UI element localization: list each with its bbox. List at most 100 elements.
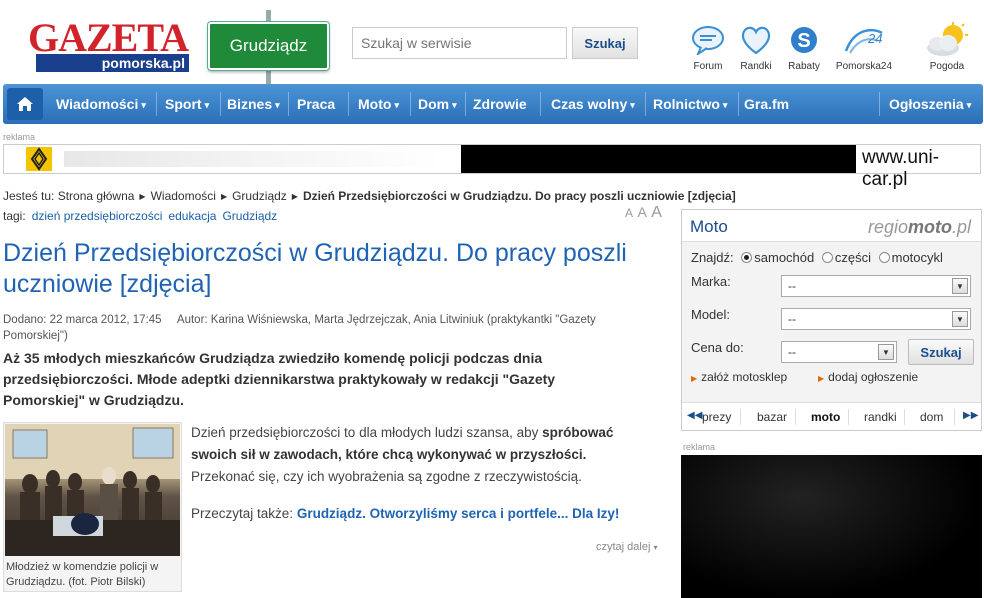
tabs-next-icon[interactable]: ▶▶ xyxy=(963,410,978,421)
breadcrumb-link-wiadomosci[interactable]: Wiadomości xyxy=(151,189,216,203)
radio-czesci[interactable] xyxy=(821,252,833,263)
font-size-small-button[interactable]: A xyxy=(625,206,633,220)
cena-select[interactable]: -- ▼ xyxy=(781,341,897,363)
nav-divider xyxy=(156,92,157,116)
nav-item-praca[interactable]: Praca xyxy=(297,84,335,124)
nav-divider xyxy=(645,92,646,116)
chevron-down-icon: ▼ xyxy=(878,344,894,360)
tag-link[interactable]: Grudziądz xyxy=(222,209,277,223)
chevron-right-icon: ▶ xyxy=(291,192,298,201)
tab-moto[interactable]: moto xyxy=(811,410,840,424)
moto-tabs: ◀◀ prezy bazar moto randki dom ▶▶ xyxy=(682,402,981,430)
marka-select[interactable]: -- ▼ xyxy=(781,275,971,297)
chevron-right-icon: ▶ xyxy=(220,192,228,201)
discount-s-icon: S xyxy=(784,22,824,58)
moto-search-widget: Moto regiomoto.pl Znajdź: samochód częśc… xyxy=(681,209,982,431)
heart-icon xyxy=(736,22,776,58)
nav-divider xyxy=(465,92,466,116)
radio-label: części xyxy=(834,250,871,265)
nav-item-ogloszenia[interactable]: Ogłoszenia ▾ xyxy=(889,84,971,124)
moto-search-button[interactable]: Szukaj xyxy=(908,339,974,365)
gazeta-pomorska-logo[interactable]: GAZETA pomorska.pl xyxy=(28,18,190,74)
header-link-forum[interactable]: Forum xyxy=(688,22,728,72)
nav-item-czas-wolny[interactable]: Czas wolny ▾ xyxy=(551,84,635,124)
breadcrumb-prefix: Jesteś tu: xyxy=(3,189,55,203)
font-size-controls: A A A xyxy=(625,204,662,222)
article-photo[interactable]: Młodzież w komendzie policji w Grudziądz… xyxy=(3,422,182,592)
article-title: Dzień Przedsiębiorczości w Grudziądzu. D… xyxy=(3,239,627,298)
nav-item-rolnictwo[interactable]: Rolnictwo ▾ xyxy=(653,84,727,124)
ad-label: reklama xyxy=(3,132,36,142)
breadcrumb-link-home[interactable]: Strona główna xyxy=(58,189,135,203)
nav-item-wiadomosci[interactable]: Wiadomości ▾ xyxy=(56,84,146,124)
brand-part: .pl xyxy=(951,217,971,237)
breadcrumb: Jesteś tu: Strona główna ▶ Wiadomości ▶ Grud… xyxy=(3,189,736,203)
article-body: Dzień przedsiębiorczości to dla młodych … xyxy=(191,422,646,488)
header-link-pomorska24[interactable]: 24 Pomorska24 xyxy=(834,22,894,72)
radio-motocykl[interactable] xyxy=(878,252,890,263)
ad-banner[interactable]: www.uni-car.pl xyxy=(3,144,981,190)
chevron-down-icon: ▾ xyxy=(722,100,728,110)
find-label: Znajdź: xyxy=(691,250,734,265)
read-also-prefix: Przeczytaj także: xyxy=(191,506,294,521)
breadcrumb-link-grudziadz[interactable]: Grudziądz xyxy=(232,189,287,203)
nav-item-zdrowie[interactable]: Zdrowie xyxy=(473,84,527,124)
tabs-prev-icon[interactable]: ◀◀ xyxy=(687,410,702,421)
nav-item-moto[interactable]: Moto ▾ xyxy=(358,84,399,124)
tab-randki[interactable]: randki xyxy=(864,410,897,424)
radio-samochod[interactable] xyxy=(741,252,753,263)
pomorska24-icon: 24 xyxy=(834,22,894,58)
model-label: Model: xyxy=(691,307,731,322)
home-button[interactable] xyxy=(7,88,43,120)
tab-divider xyxy=(904,409,905,425)
ad-image xyxy=(461,145,856,173)
home-icon xyxy=(17,97,33,111)
nav-item-sport[interactable]: Sport ▾ xyxy=(165,84,209,124)
header-link-rabaty[interactable]: S Rabaty xyxy=(784,22,824,72)
regiomoto-logo[interactable]: regiomoto.pl xyxy=(868,217,971,238)
chevron-down-icon: ▾ xyxy=(966,100,972,110)
site-header: GAZETA pomorska.pl Grudziądz Szukaj Foru… xyxy=(0,0,984,84)
nav-item-dom[interactable]: Dom ▾ xyxy=(418,84,457,124)
search-button[interactable]: Szukaj xyxy=(572,27,638,59)
add-listing-link[interactable]: ▶ dodaj ogłoszenie xyxy=(818,370,918,384)
tag-link[interactable]: dzień przedsiębiorczości xyxy=(32,209,163,223)
select-value: -- xyxy=(788,345,796,359)
nav-divider xyxy=(879,92,880,116)
nav-item-gra-fm[interactable]: Gra.fm xyxy=(744,84,789,124)
chevron-down-icon: ▼ xyxy=(952,311,968,327)
header-link-label: Randki xyxy=(740,61,772,72)
tab-bazar[interactable]: bazar xyxy=(757,410,787,424)
nav-divider xyxy=(288,92,289,116)
read-also-link[interactable]: Grudziądz. Otworzyliśmy serca i portfele… xyxy=(297,506,620,521)
logo-subtitle: pomorska.pl xyxy=(36,54,189,72)
read-more-link[interactable]: czytaj dalej ▾ xyxy=(596,541,658,553)
body-text-end: Przekonać się, czy ich wyobrażenia są zg… xyxy=(191,469,582,484)
font-size-medium-button[interactable]: A xyxy=(637,204,646,220)
header-link-pogoda[interactable]: Pogoda xyxy=(922,22,972,72)
search-input[interactable] xyxy=(352,27,567,59)
read-also: Przeczytaj także: Grudziądz. Otworzyliśm… xyxy=(191,506,661,521)
select-value: -- xyxy=(788,312,796,326)
create-shop-link[interactable]: ▶ załóż motosklep xyxy=(691,370,787,384)
city-sign[interactable]: Grudziądz xyxy=(207,21,330,71)
nav-divider xyxy=(738,92,739,116)
nav-item-biznes[interactable]: Biznes ▾ xyxy=(227,84,280,124)
tab-dom[interactable]: dom xyxy=(920,410,943,424)
article-lead: Aż 35 młodych mieszkańców Grudziądza zwi… xyxy=(3,350,556,408)
header-link-randki[interactable]: Randki xyxy=(736,22,776,72)
tab-divider xyxy=(954,409,955,425)
breadcrumb-current: Dzień Przedsiębiorczości w Grudziądzu. D… xyxy=(302,189,736,203)
tag-link[interactable]: edukacja xyxy=(168,209,216,223)
tab-prezy[interactable]: prezy xyxy=(702,410,731,424)
side-ad-banner[interactable] xyxy=(681,455,982,598)
nav-divider xyxy=(410,92,411,116)
header-link-label: Pomorska24 xyxy=(835,61,893,72)
marka-label: Marka: xyxy=(691,274,731,289)
font-size-large-button[interactable]: A xyxy=(651,204,662,221)
chevron-down-icon: ▼ xyxy=(952,278,968,294)
model-select[interactable]: -- ▼ xyxy=(781,308,971,330)
link-label: dodaj ogłoszenie xyxy=(828,370,919,384)
renault-logo xyxy=(26,147,52,171)
bullet-arrow-icon: ▶ xyxy=(691,374,698,383)
